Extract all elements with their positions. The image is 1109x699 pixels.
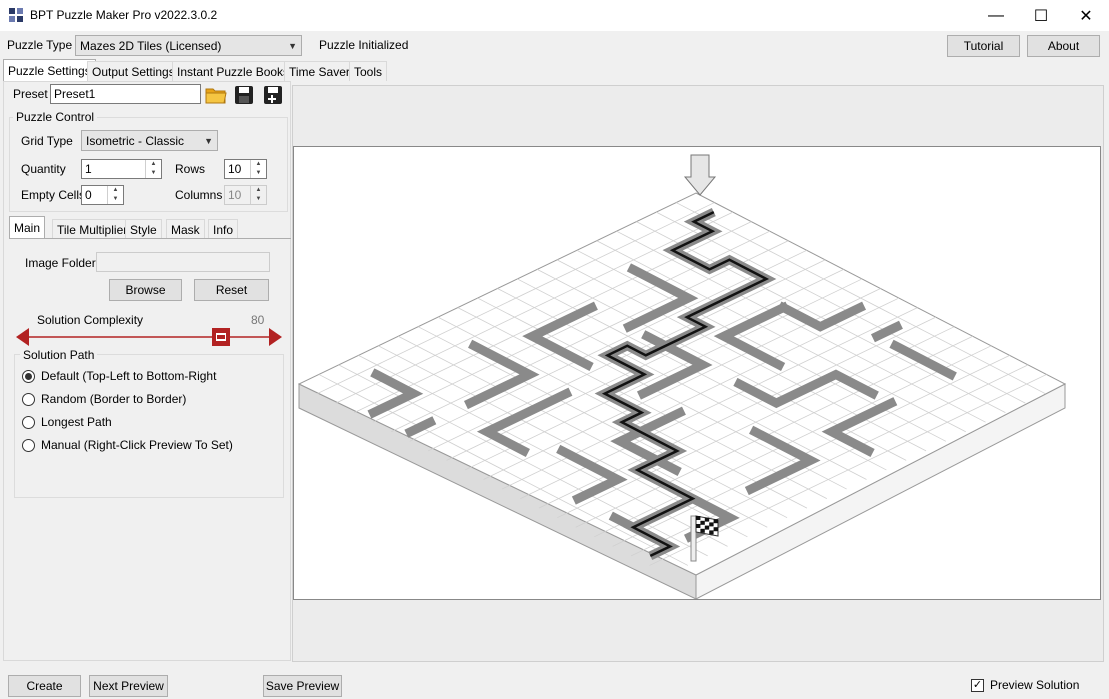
radio-longest[interactable]: Longest Path [22,415,112,429]
tab-output-settings[interactable]: Output Settings [87,61,180,81]
radio-label: Default (Top-Left to Bottom-Right [41,369,217,383]
radio-default[interactable]: Default (Top-Left to Bottom-Right [22,369,216,383]
status-text: Puzzle Initialized [319,38,409,52]
subtab-main[interactable]: Main [9,216,46,238]
complexity-label: Solution Complexity [37,313,144,327]
radio-label: Random (Border to Border) [41,392,187,406]
image-folder-input[interactable] [96,252,270,272]
tutorial-button[interactable]: Tutorial [947,35,1020,57]
chevron-down-icon: ▼ [204,135,213,146]
grid-type-label: Grid Type [21,134,73,148]
spinner-arrows-icon[interactable]: ▲ ▼ [250,160,266,178]
chevron-down-icon: ▼ [288,40,297,51]
radio-label: Manual (Right-Click Preview To Set) [41,438,233,452]
minimize-button[interactable]: — [973,0,1019,31]
save-preview-button[interactable]: Save Preview [263,675,342,697]
slider-left-arrow-icon[interactable] [16,328,29,346]
reset-button[interactable]: Reset [194,279,269,301]
subtab-mask[interactable]: Mask [166,219,205,239]
save-as-icon[interactable] [262,84,284,106]
about-button[interactable]: About [1027,35,1100,57]
preview-solution-checkbox[interactable]: ✓ Preview Solution [971,678,1079,692]
tab-tools[interactable]: Tools [349,61,388,81]
empty-cells-stepper[interactable]: 0 ▲ ▼ [81,185,124,205]
radio-indicator [22,438,35,452]
slider-thumb[interactable] [212,328,230,346]
next-preview-button[interactable]: Next Preview [89,675,168,697]
grid-type-value: Isometric - Classic [86,133,185,148]
maze-preview-canvas[interactable] [293,146,1101,600]
puzzle-control-title: Puzzle Control [13,110,98,124]
radio-indicator [22,392,35,406]
tab-puzzle-settings[interactable]: Puzzle Settings [3,59,96,81]
maximize-button[interactable]: ☐ [1018,0,1064,31]
complexity-value: 80 [251,313,265,327]
finish-flag-pole [690,515,697,562]
spinner-arrows-icon[interactable]: ▲ ▼ [145,160,161,178]
app-logo-icon [8,7,24,23]
tab-time-saver[interactable]: Time Saver [284,61,355,81]
radio-indicator [22,415,35,429]
complexity-slider[interactable] [15,326,283,348]
image-folder-label: Image Folder [25,256,96,270]
subtab-info[interactable]: Info [208,219,239,239]
subtab-tile-multiplier[interactable]: Tile Multiplier [52,219,133,239]
empty-cells-value: 0 [85,188,92,202]
browse-button[interactable]: Browse [109,279,182,301]
columns-value: 10 [228,188,242,202]
preset-input[interactable]: Preset1 [50,84,201,104]
rows-value: 10 [228,162,242,176]
radio-random[interactable]: Random (Border to Border) [22,392,186,406]
rows-stepper[interactable]: 10 ▲ ▼ [224,159,267,179]
rows-label: Rows [175,162,206,176]
close-button[interactable]: ✕ [1063,0,1109,31]
spinner-arrows-icon: ▲ ▼ [250,186,266,204]
solution-path-title: Solution Path [20,348,98,362]
preview-solution-label: Preview Solution [990,678,1080,692]
spinner-arrows-icon[interactable]: ▲ ▼ [107,186,123,204]
puzzle-type-select[interactable]: Mazes 2D Tiles (Licensed) ▼ [75,35,302,56]
columns-label: Columns [175,188,223,202]
subtab-divider [9,238,291,239]
save-icon[interactable] [233,84,255,106]
subtab-style[interactable]: Style [125,219,162,239]
checkbox-check-icon: ✓ [971,678,984,692]
radio-label: Longest Path [41,415,112,429]
quantity-label: Quantity [21,162,66,176]
quantity-stepper[interactable]: 1 ▲ ▼ [81,159,162,179]
columns-stepper: 10 ▲ ▼ [224,185,267,205]
grid-type-select[interactable]: Isometric - Classic ▼ [81,130,218,151]
maze-preview-image [297,154,1067,600]
radio-indicator [22,369,35,383]
quantity-value: 1 [85,162,92,176]
slider-right-arrow-icon[interactable] [269,328,282,346]
start-arrow-icon [683,154,717,196]
puzzle-type-value: Mazes 2D Tiles (Licensed) [80,38,222,53]
radio-manual[interactable]: Manual (Right-Click Preview To Set) [22,438,233,452]
puzzle-type-label: Puzzle Type [7,38,73,52]
create-button[interactable]: Create [8,675,81,697]
tab-instant-puzzle-books[interactable]: Instant Puzzle Books [172,61,295,81]
window-title: BPT Puzzle Maker Pro v2022.3.0.2 [30,8,218,22]
preset-label: Preset [13,87,48,101]
empty-cells-label: Empty Cells [21,188,86,202]
open-folder-icon[interactable] [204,84,228,106]
